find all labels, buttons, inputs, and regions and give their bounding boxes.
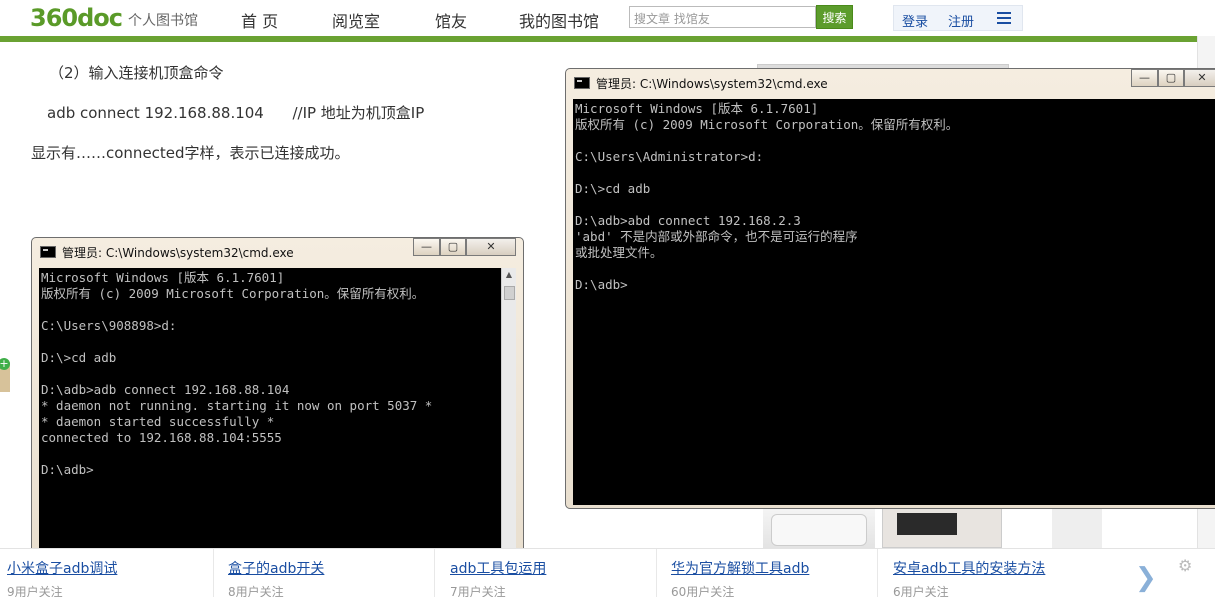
console-line: Microsoft Windows [版本 6.1.7601]: [41, 270, 285, 285]
related-item-title[interactable]: 安卓adb工具的安装方法: [893, 558, 1045, 578]
cmd-title: 管理员: C:\Windows\system32\cmd.exe: [62, 246, 294, 260]
cmd-app-icon: [40, 246, 56, 258]
related-item-title[interactable]: adb工具包运用: [450, 558, 546, 578]
gear-icon[interactable]: ⚙: [1178, 556, 1192, 575]
related-item-followers: 9用户关注: [7, 585, 63, 597]
close-button[interactable]: ✕: [1184, 69, 1215, 87]
console-line: D:\adb>abd connect 192.168.2.3: [575, 213, 801, 228]
console-line: 版权所有 (c) 2009 Microsoft Corporation。保留所有…: [41, 286, 425, 301]
site-header: 360doc 个人图书馆 首 页 阅览室 馆友 我的图书馆 搜文章 找馆友 搜索…: [0, 0, 1215, 36]
article-step-heading: （2）输入连接机顶盒命令: [49, 64, 224, 82]
article-result-text: 显示有……connected字样，表示已连接成功。: [31, 144, 350, 162]
console-line: connected to 192.168.88.104:5555: [41, 430, 282, 445]
thumbnail-photo[interactable]: [1052, 508, 1102, 548]
console-line: D:\>cd adb: [41, 350, 117, 365]
scroll-up-icon[interactable]: ▲: [504, 270, 514, 280]
header-divider: [0, 36, 1197, 42]
nav-reading-room[interactable]: 阅览室: [332, 8, 380, 32]
cmd-titlebar[interactable]: 管理员: C:\Windows\system32\cmd.exe — ▢ ✕: [566, 69, 1215, 97]
cmd-window-right[interactable]: 管理员: C:\Windows\system32\cmd.exe — ▢ ✕ M…: [565, 68, 1215, 509]
site-logo[interactable]: 360doc: [30, 4, 123, 32]
close-button[interactable]: ✕: [466, 238, 516, 256]
device-board-photo[interactable]: [882, 508, 1002, 548]
related-item[interactable]: adb工具包运用 7用户关注: [443, 549, 657, 597]
console-output[interactable]: Microsoft Windows [版本 6.1.7601] 版权所有 (c) …: [39, 268, 501, 554]
register-link[interactable]: 注册: [948, 11, 974, 30]
related-item-title[interactable]: 华为官方解锁工具adb: [671, 558, 809, 578]
minimize-button[interactable]: —: [413, 238, 440, 256]
user-area: 登录 注册: [893, 5, 1023, 31]
related-item[interactable]: 小米盒子adb调试 9用户关注: [0, 549, 214, 597]
nav-home[interactable]: 首 页: [241, 8, 278, 32]
related-articles-bar: 小米盒子adb调试 9用户关注 盒子的adb开关 8用户关注 adb工具包运用 …: [0, 548, 1215, 597]
cmd-title: 管理员: C:\Windows\system32\cmd.exe: [596, 77, 828, 91]
cmd-window-left[interactable]: 管理员: C:\Windows\system32\cmd.exe — ▢ ✕ M…: [31, 237, 524, 557]
console-line: 或批处理文件。: [575, 245, 663, 260]
add-icon[interactable]: +: [0, 358, 10, 370]
related-item-followers: 6用户关注: [893, 585, 949, 597]
related-item-followers: 7用户关注: [450, 585, 506, 597]
scroll-thumb[interactable]: [504, 286, 515, 300]
search-input[interactable]: 搜文章 找馆友: [629, 6, 816, 28]
related-item-followers: 60用户关注: [671, 585, 735, 597]
console-line: 版权所有 (c) 2009 Microsoft Corporation。保留所有…: [575, 117, 959, 132]
cmd-app-icon: [574, 77, 590, 89]
menu-icon[interactable]: [997, 12, 1011, 24]
minimize-button[interactable]: —: [1131, 69, 1158, 87]
console-line: D:\adb>adb connect 192.168.88.104: [41, 382, 290, 397]
maximize-button[interactable]: ▢: [440, 238, 466, 256]
console-output[interactable]: Microsoft Windows [版本 6.1.7601] 版权所有 (c) …: [573, 99, 1215, 505]
console-line: D:\adb>: [575, 277, 628, 292]
nav-friends[interactable]: 馆友: [435, 8, 467, 32]
console-line: C:\Users\Administrator>d:: [575, 149, 764, 164]
related-item[interactable]: 盒子的adb开关 8用户关注: [221, 549, 435, 597]
console-line: Microsoft Windows [版本 6.1.7601]: [575, 101, 819, 116]
console-line: * daemon not running. starting it now on…: [41, 398, 433, 413]
console-line: D:\>cd adb: [575, 181, 651, 196]
console-line: * daemon started successfully *: [41, 414, 275, 429]
chevron-right-icon[interactable]: ❯: [1135, 563, 1157, 593]
related-item[interactable]: 华为官方解锁工具adb 60用户关注: [664, 549, 878, 597]
nav-my-library[interactable]: 我的图书馆: [519, 8, 599, 32]
search-button[interactable]: 搜索: [816, 5, 853, 29]
cmd-titlebar[interactable]: 管理员: C:\Windows\system32\cmd.exe — ▢ ✕: [32, 238, 523, 266]
related-item[interactable]: 安卓adb工具的安装方法 6用户关注: [886, 549, 1126, 597]
login-link[interactable]: 登录: [902, 11, 928, 30]
related-item-followers: 8用户关注: [228, 585, 284, 597]
console-scrollbar[interactable]: ▲: [501, 268, 516, 554]
set-top-box-photo[interactable]: [763, 508, 875, 548]
console-line: C:\Users\908898>d:: [41, 318, 177, 333]
related-item-title[interactable]: 小米盒子adb调试: [7, 558, 117, 578]
related-item-title[interactable]: 盒子的adb开关: [228, 558, 324, 578]
article-command-line: adb connect 192.168.88.104 //IP 地址为机顶盒IP: [47, 104, 425, 122]
console-line: 'abd' 不是内部或外部命令，也不是可运行的程序: [575, 229, 858, 244]
console-line: D:\adb>: [41, 462, 94, 477]
maximize-button[interactable]: ▢: [1158, 69, 1184, 87]
site-logo-subtitle: 个人图书馆: [128, 13, 198, 29]
